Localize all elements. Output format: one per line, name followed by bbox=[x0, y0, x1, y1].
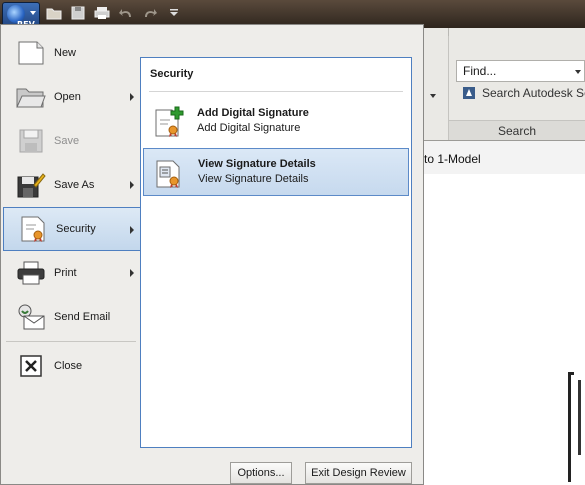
item-title: View Signature Details bbox=[198, 158, 316, 170]
search-autodesk-label: Search Autodesk Se bbox=[482, 86, 585, 100]
menu-item-label: New bbox=[54, 47, 77, 59]
menu-item-print[interactable]: Print bbox=[2, 251, 140, 295]
chevron-right-icon bbox=[130, 226, 134, 234]
chevron-down-icon[interactable] bbox=[430, 94, 436, 98]
menu-footer: Options... Exit Design Review bbox=[141, 448, 423, 484]
drawing-geometry bbox=[578, 380, 581, 455]
menu-item-save-as[interactable]: Save As bbox=[2, 163, 140, 207]
quick-access-toolbar bbox=[44, 3, 184, 23]
save-as-icon bbox=[14, 170, 48, 200]
add-digital-signature-item[interactable]: Add Digital Signature Add Digital Signat… bbox=[143, 98, 409, 146]
chevron-right-icon bbox=[130, 181, 134, 189]
add-signature-icon bbox=[153, 106, 185, 138]
print-icon[interactable] bbox=[92, 4, 112, 22]
view-signature-details-item[interactable]: View Signature Details View Signature De… bbox=[143, 148, 409, 196]
application-menu: New Open Save Save As Security Print Sen… bbox=[0, 24, 424, 485]
security-submenu: Security Add Digital Signature Add Digit… bbox=[140, 57, 412, 448]
new-document-icon bbox=[14, 38, 48, 68]
signature-details-icon bbox=[154, 157, 186, 189]
autodesk-seek-icon bbox=[463, 87, 475, 99]
menu-item-new[interactable]: New bbox=[2, 31, 140, 75]
menu-item-label: Save bbox=[54, 135, 80, 147]
header-divider bbox=[149, 91, 403, 92]
chevron-down-icon[interactable] bbox=[575, 70, 581, 74]
submenu-header: Security bbox=[150, 68, 194, 80]
drawing-geometry bbox=[568, 372, 574, 482]
menu-item-open[interactable]: Open bbox=[2, 75, 140, 119]
tab-1-model[interactable]: to 1-Model bbox=[424, 152, 481, 166]
chevron-down-icon bbox=[30, 11, 36, 15]
undo-icon[interactable] bbox=[116, 4, 136, 22]
save-icon[interactable] bbox=[68, 4, 88, 22]
options-button[interactable]: Options... bbox=[230, 462, 292, 484]
security-certificate-icon bbox=[16, 214, 50, 244]
ribbon-group bbox=[420, 28, 449, 140]
search-group-label: Search bbox=[449, 120, 585, 141]
chevron-right-icon bbox=[130, 269, 134, 277]
menu-item-save[interactable]: Save bbox=[2, 119, 140, 163]
redo-icon[interactable] bbox=[140, 4, 160, 22]
menu-item-security[interactable]: Security bbox=[3, 207, 141, 251]
menu-item-label: Save As bbox=[54, 179, 95, 191]
close-icon bbox=[14, 351, 48, 381]
application-menu-commands: New Open Save Save As Security Print Sen… bbox=[2, 31, 141, 388]
item-description: Add Digital Signature bbox=[197, 122, 301, 134]
save-disk-icon bbox=[14, 126, 48, 156]
menu-item-label: Close bbox=[54, 360, 83, 372]
find-input[interactable]: Find... bbox=[456, 60, 585, 82]
menu-item-label: Send Email bbox=[54, 311, 111, 323]
menu-item-send-email[interactable]: Send Email bbox=[2, 295, 140, 339]
exit-design-review-button[interactable]: Exit Design Review bbox=[305, 462, 412, 484]
menu-item-label: Print bbox=[54, 267, 77, 279]
menu-item-close[interactable]: Close bbox=[2, 344, 140, 388]
item-title: Add Digital Signature bbox=[197, 107, 309, 119]
printer-icon bbox=[14, 258, 48, 288]
search-autodesk-seek-button[interactable]: Search Autodesk Se bbox=[462, 86, 585, 100]
menu-divider bbox=[6, 341, 136, 342]
menu-item-label: Open bbox=[54, 91, 81, 103]
drawing-canvas[interactable] bbox=[420, 174, 585, 485]
open-folder-icon bbox=[14, 82, 48, 112]
open-folder-icon[interactable] bbox=[44, 4, 64, 22]
chevron-right-icon bbox=[130, 93, 134, 101]
menu-item-label: Security bbox=[56, 223, 96, 235]
send-email-icon bbox=[14, 302, 48, 332]
customize-toolbar-icon[interactable] bbox=[164, 4, 184, 22]
item-description: View Signature Details bbox=[198, 173, 309, 185]
